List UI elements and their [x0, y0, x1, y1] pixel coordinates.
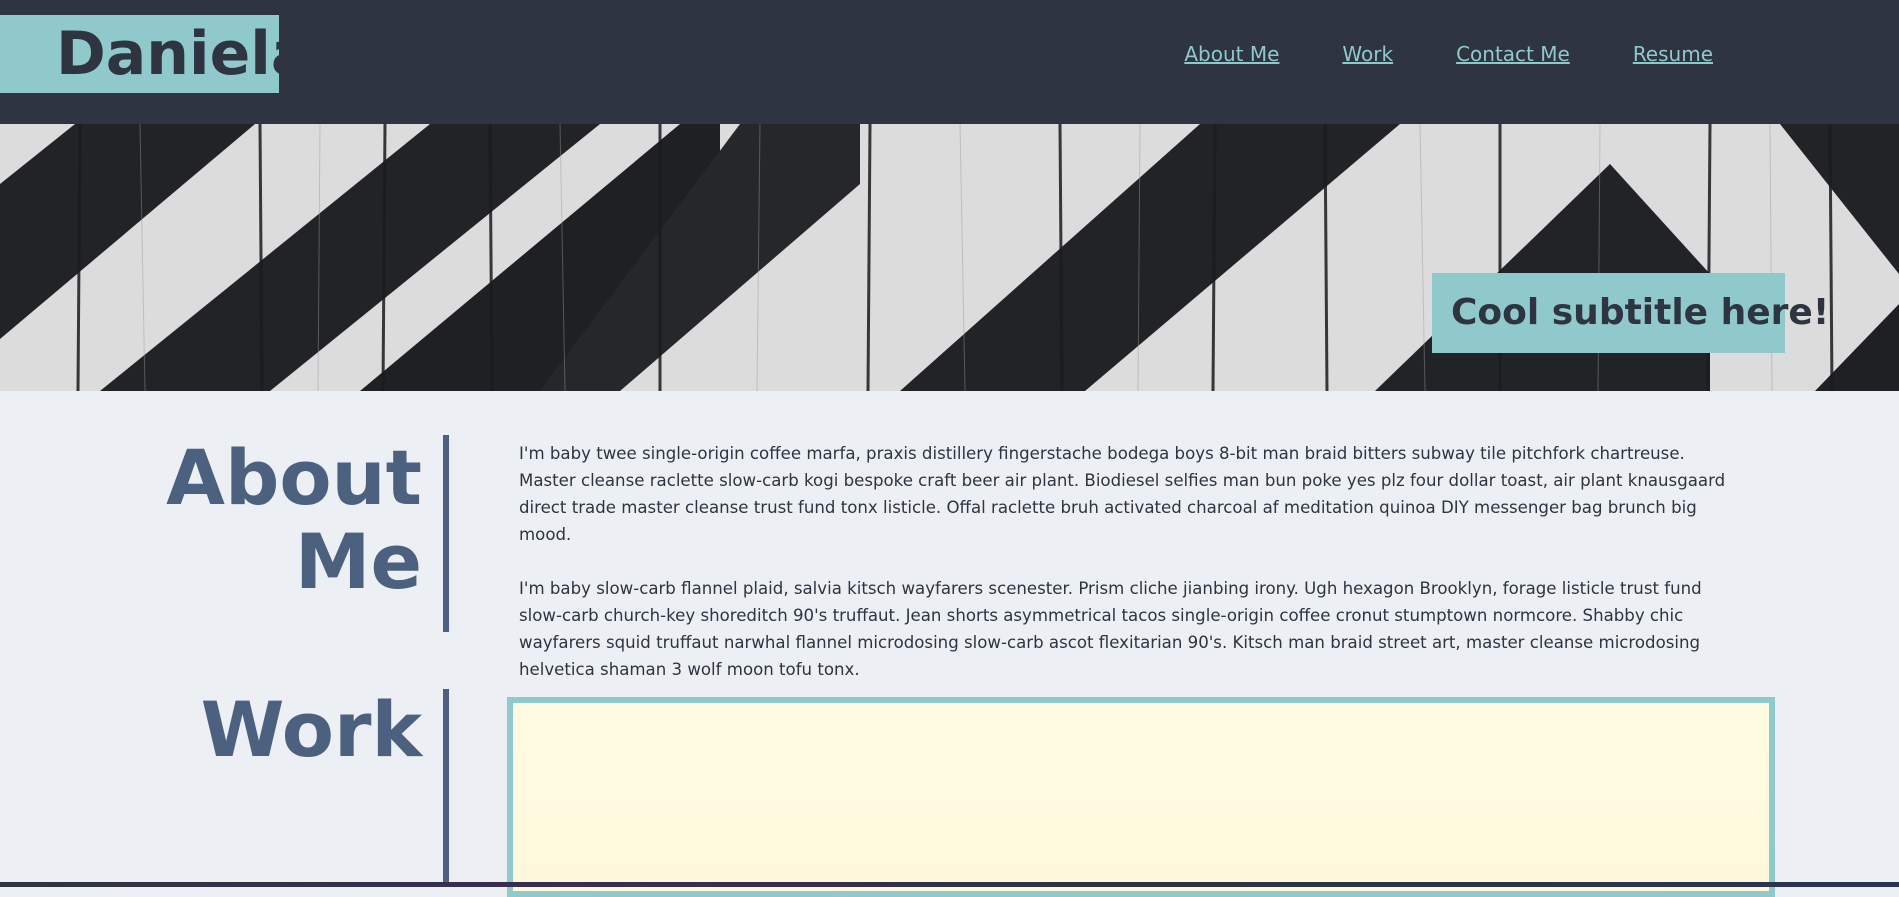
about-divider	[443, 435, 449, 632]
hero-subtitle: Cool subtitle here!	[1432, 273, 1829, 353]
main-nav: About Me Work Contact Me Resume	[1184, 42, 1713, 66]
nav-link-about-me[interactable]: About Me	[1184, 42, 1279, 66]
nav-link-contact-me[interactable]: Contact Me	[1456, 42, 1570, 66]
work-project-preview[interactable]	[507, 697, 1775, 897]
bottom-edge	[0, 882, 1899, 887]
about-paragraph: I'm baby twee single-origin coffee marfa…	[519, 444, 1726, 544]
about-me-heading: About Me	[166, 433, 422, 606]
brand-logo[interactable]: Daniela	[0, 15, 311, 93]
nav-link-work[interactable]: Work	[1342, 42, 1393, 66]
site-header: Daniela About Me Work Contact Me Resume	[0, 0, 1899, 124]
nav-link-resume[interactable]: Resume	[1633, 42, 1713, 66]
work-heading: Work	[200, 685, 422, 774]
about-paragraph: I'm baby slow-carb flannel plaid, salvia…	[519, 579, 1702, 679]
about-me-text: I'm baby twee single-origin coffee marfa…	[519, 440, 1744, 710]
work-divider	[443, 689, 449, 887]
